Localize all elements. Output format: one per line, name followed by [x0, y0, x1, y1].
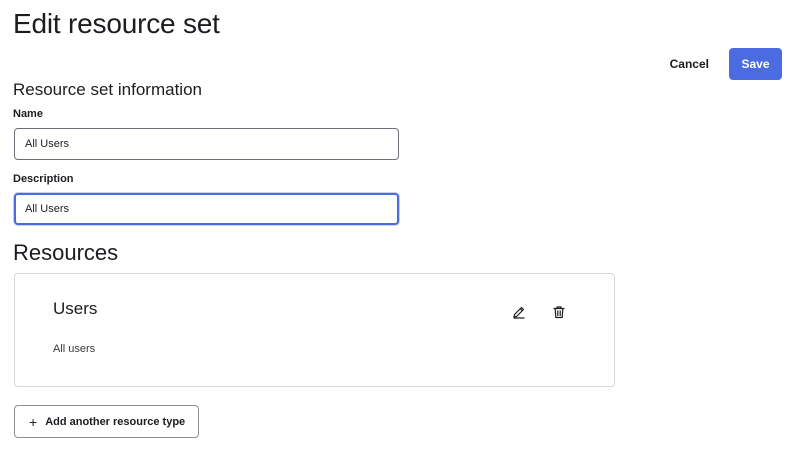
- pencil-icon: [512, 305, 526, 322]
- page-title: Edit resource set: [13, 8, 220, 39]
- name-label: Name: [13, 108, 43, 120]
- resource-set-info-heading: Resource set information: [13, 80, 202, 99]
- resource-description: All users: [53, 343, 96, 355]
- resources-heading: Resources: [13, 240, 119, 265]
- resource-card-users: Users All users: [14, 273, 615, 387]
- add-resource-type-label: Add another resource type: [45, 415, 186, 428]
- edit-resource-button[interactable]: [508, 302, 530, 324]
- name-field[interactable]: [14, 128, 399, 160]
- add-resource-type-button[interactable]: + Add another resource type: [14, 405, 200, 438]
- cancel-button[interactable]: Cancel: [664, 49, 715, 79]
- form-actions: Cancel Save: [664, 48, 782, 80]
- delete-resource-button[interactable]: [548, 302, 570, 324]
- save-button[interactable]: Save: [729, 48, 782, 80]
- description-field[interactable]: [14, 193, 399, 225]
- resource-title: Users: [53, 299, 98, 318]
- trash-icon: [552, 305, 566, 322]
- description-label: Description: [13, 173, 74, 185]
- plus-icon: +: [29, 413, 38, 430]
